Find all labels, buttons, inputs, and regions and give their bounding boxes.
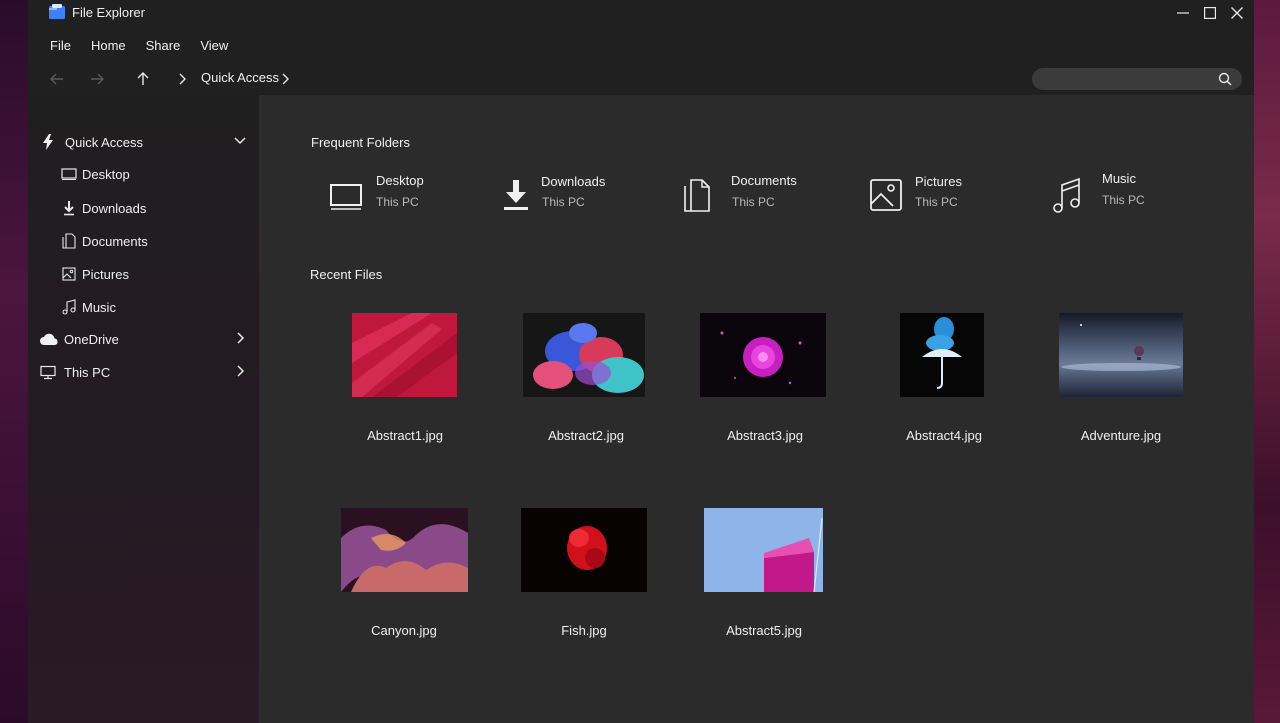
sidebar-item-label: Desktop xyxy=(82,166,130,182)
folder-location: This PC xyxy=(376,195,419,209)
sidebar-item-this-pc[interactable]: This PC xyxy=(28,360,259,384)
computer-icon xyxy=(40,364,56,380)
thumbnail-image xyxy=(704,508,823,592)
frequent-folders-heading: Frequent Folders xyxy=(311,135,410,150)
sidebar: Quick Access Desktop Downloads Documents xyxy=(28,95,259,723)
chevron-right-icon xyxy=(178,72,188,90)
arrow-up-icon xyxy=(137,72,149,85)
close-button[interactable] xyxy=(1224,2,1250,24)
file-name: Fish.jpg xyxy=(561,623,607,638)
sidebar-item-downloads[interactable]: Downloads xyxy=(28,196,259,220)
music-icon xyxy=(1049,175,1085,213)
search-input[interactable] xyxy=(1032,68,1242,90)
search-icon[interactable] xyxy=(1218,72,1232,86)
desktop-wallpaper-left xyxy=(0,0,28,723)
arrow-right-icon xyxy=(91,73,104,85)
main-content: Frequent Folders Desktop This PC Downloa… xyxy=(259,95,1254,723)
arrow-left-icon xyxy=(50,73,63,85)
sidebar-item-label: Pictures xyxy=(82,266,129,282)
folder-desktop[interactable]: Desktop This PC xyxy=(329,173,459,217)
sidebar-item-quick-access[interactable]: Quick Access xyxy=(28,130,259,154)
menu-share[interactable]: Share xyxy=(146,34,181,58)
file-name: Abstract2.jpg xyxy=(548,428,624,443)
breadcrumb-quick-access[interactable]: Quick Access xyxy=(201,70,279,85)
menu-file[interactable]: File xyxy=(50,34,71,58)
pictures-icon xyxy=(869,177,905,213)
thumbnail-image xyxy=(521,508,647,592)
menu-home[interactable]: Home xyxy=(91,34,126,58)
thumbnail-image xyxy=(1059,313,1183,397)
folder-name: Downloads xyxy=(541,174,606,189)
download-icon xyxy=(499,177,535,213)
sidebar-item-music[interactable]: Music xyxy=(28,295,259,319)
close-icon xyxy=(1231,7,1243,19)
minimize-icon xyxy=(1177,12,1189,14)
folder-downloads[interactable]: Downloads This PC xyxy=(499,173,629,217)
file-name: Abstract5.jpg xyxy=(726,623,802,638)
sidebar-item-label: Quick Access xyxy=(65,134,144,150)
window-title: File Explorer xyxy=(72,5,145,20)
sidebar-item-label: Music xyxy=(82,299,116,315)
navigation-bar: Quick Access xyxy=(28,64,1254,94)
thumbnail-image xyxy=(341,508,468,592)
sidebar-item-onedrive[interactable]: OneDrive xyxy=(28,327,259,351)
chevron-right-icon[interactable] xyxy=(281,72,291,90)
thumbnail-image xyxy=(900,313,984,397)
pictures-icon xyxy=(61,266,77,282)
file-name: Abstract4.jpg xyxy=(906,428,982,443)
documents-icon xyxy=(61,233,77,249)
thumbnail-image xyxy=(700,313,826,397)
download-icon xyxy=(61,200,77,216)
thumbnail-image xyxy=(523,313,645,397)
sidebar-item-label: OneDrive xyxy=(64,331,119,347)
folder-location: This PC xyxy=(1102,193,1145,207)
folder-name: Music xyxy=(1102,171,1136,186)
file-name: Canyon.jpg xyxy=(371,623,437,638)
file-explorer-window: File Explorer File Home Share View Quick xyxy=(28,0,1254,723)
folder-documents[interactable]: Documents This PC xyxy=(679,173,809,217)
menu-bar: File Home Share View xyxy=(28,34,228,58)
back-button[interactable] xyxy=(46,68,68,90)
file-name: Adventure.jpg xyxy=(1080,428,1162,443)
cloud-icon xyxy=(39,331,59,347)
maximize-button[interactable] xyxy=(1197,2,1223,24)
sidebar-item-label: Downloads xyxy=(82,200,147,216)
sidebar-item-pictures[interactable]: Pictures xyxy=(28,262,259,286)
folder-location: This PC xyxy=(915,195,958,209)
thumbnail-image xyxy=(352,313,457,397)
music-icon xyxy=(61,299,77,315)
sidebar-item-desktop[interactable]: Desktop xyxy=(28,162,259,186)
folder-location: This PC xyxy=(732,195,775,209)
lightning-icon xyxy=(40,134,56,150)
file-name: Abstract3.jpg xyxy=(727,428,803,443)
menu-view[interactable]: View xyxy=(200,34,228,58)
chevron-right-icon[interactable] xyxy=(233,331,247,345)
recent-files-heading: Recent Files xyxy=(310,267,383,282)
documents-icon xyxy=(679,177,715,213)
folder-name: Pictures xyxy=(915,174,962,189)
desktop-wallpaper-right xyxy=(1254,0,1280,723)
file-explorer-icon xyxy=(48,3,66,21)
sidebar-item-documents[interactable]: Documents xyxy=(28,229,259,253)
sidebar-item-label: Documents xyxy=(82,233,148,249)
folder-pictures[interactable]: Pictures This PC xyxy=(869,173,999,217)
file-name: Abstract1.jpg xyxy=(367,428,443,443)
folder-location: This PC xyxy=(542,195,585,209)
monitor-icon xyxy=(329,177,365,213)
maximize-icon xyxy=(1204,7,1216,19)
folder-music[interactable]: Music This PC xyxy=(1049,171,1179,215)
up-button[interactable] xyxy=(132,68,154,90)
folder-name: Documents xyxy=(731,173,797,188)
forward-button[interactable] xyxy=(86,68,108,90)
chevron-right-icon[interactable] xyxy=(233,364,247,378)
sidebar-item-label: This PC xyxy=(64,364,111,380)
chevron-down-icon[interactable] xyxy=(233,134,247,148)
title-bar: File Explorer xyxy=(28,0,1254,28)
folder-name: Desktop xyxy=(376,173,424,188)
monitor-icon xyxy=(61,166,77,182)
minimize-button[interactable] xyxy=(1170,2,1196,24)
